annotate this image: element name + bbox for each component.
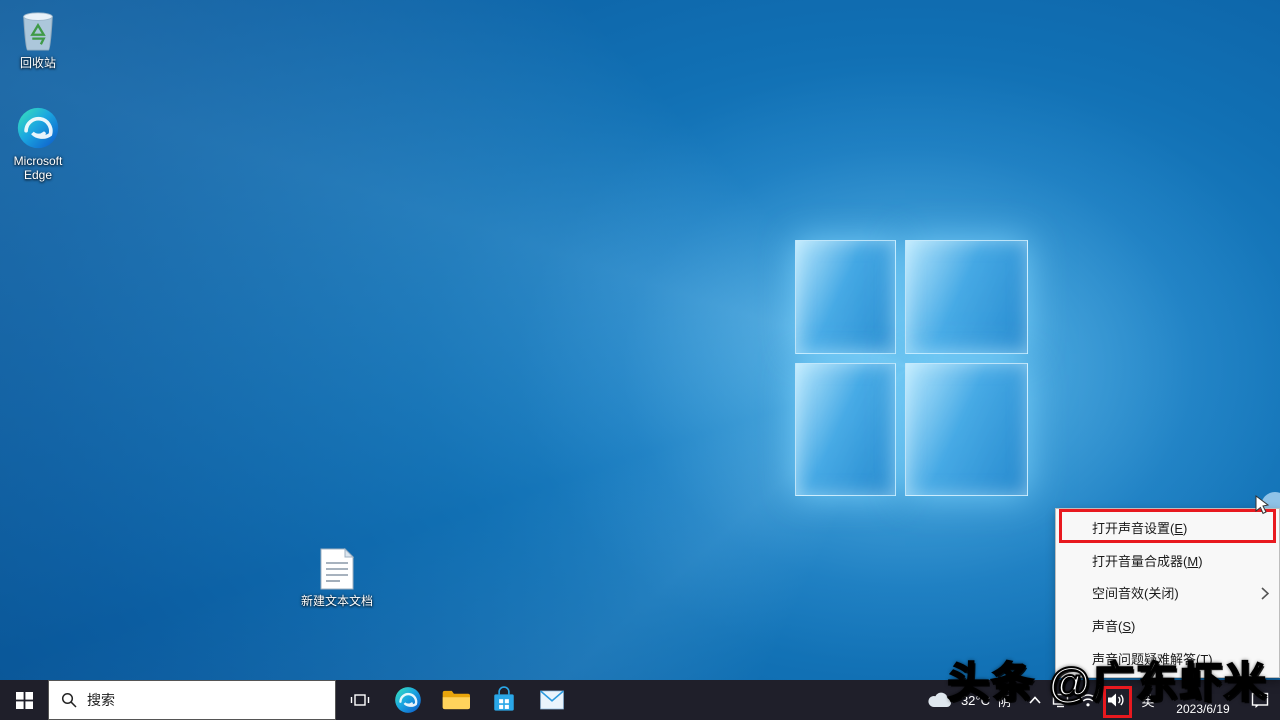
taskbar-search-input[interactable]: 搜索 xyxy=(48,680,336,720)
start-button[interactable] xyxy=(0,680,48,720)
task-view-button[interactable] xyxy=(336,680,384,720)
clock-date: 2023/6/19 xyxy=(1176,702,1229,716)
logo-pane-top-left xyxy=(795,240,896,354)
logo-pane-bottom-right xyxy=(905,363,1028,496)
text-document-icon xyxy=(320,548,354,590)
taskbar-edge-button[interactable] xyxy=(384,680,432,720)
label-pre: 空间音效(关闭) xyxy=(1092,586,1179,601)
system-tray: 32°C 阴 xyxy=(915,680,1280,720)
label-post: ) xyxy=(1198,554,1202,569)
wifi-icon xyxy=(1079,693,1097,707)
access-key: M xyxy=(1187,554,1198,569)
microsoft-store-icon xyxy=(491,686,517,714)
menu-item-label: 声音(S) xyxy=(1092,616,1135,635)
search-icon xyxy=(61,692,77,708)
sound-context-menu: 打开声音设置(E) 打开音量合成器(M) 空间音效(关闭) 声音(S) 声音问题… xyxy=(1055,508,1280,678)
label-post: ) xyxy=(1208,652,1212,667)
weather-temp: 32°C xyxy=(961,693,990,708)
search-placeholder: 搜索 xyxy=(87,690,115,710)
weather-widget[interactable]: 32°C 阴 xyxy=(915,680,1023,720)
volume-button[interactable] xyxy=(1102,680,1130,720)
menu-item-open-volume-mixer[interactable]: 打开音量合成器(M) xyxy=(1056,544,1279,577)
label-pre: 声音问题疑难解答( xyxy=(1092,652,1200,667)
submenu-chevron-icon xyxy=(1261,587,1269,600)
label-post: ) xyxy=(1131,619,1135,634)
mail-icon xyxy=(539,689,565,711)
label-pre: 声音( xyxy=(1092,619,1122,634)
taskbar-file-explorer-button[interactable] xyxy=(432,680,480,720)
logo-pane-top-right xyxy=(905,240,1028,354)
menu-item-open-sound-settings[interactable]: 打开声音设置(E) xyxy=(1056,511,1279,544)
ime-indicator[interactable]: 英 xyxy=(1130,680,1166,720)
desktop-icon-recycle-bin[interactable]: 回收站 xyxy=(0,8,76,70)
windows-start-icon xyxy=(16,692,33,709)
display-icon xyxy=(1052,693,1069,708)
recycle-bin-label: 回收站 xyxy=(20,56,56,70)
edge-icon xyxy=(16,106,60,150)
desktop-icon-edge[interactable]: Microsoft Edge xyxy=(0,106,76,183)
access-key: E xyxy=(1174,521,1183,536)
menu-item-label: 打开音量合成器(M) xyxy=(1092,551,1203,570)
edge-label: Microsoft Edge xyxy=(0,154,76,183)
file-explorer-icon xyxy=(442,688,470,712)
taskbar-mail-button[interactable] xyxy=(528,680,576,720)
taskbar-empty-area xyxy=(576,680,915,720)
tray-display-button[interactable] xyxy=(1047,680,1074,720)
taskbar-clock[interactable]: 2023/6/19 xyxy=(1166,680,1240,720)
action-center-button[interactable] xyxy=(1240,680,1280,720)
speaker-icon xyxy=(1107,692,1125,708)
label-post: ) xyxy=(1183,521,1187,536)
weather-condition: 阴 xyxy=(998,691,1011,710)
task-view-icon xyxy=(350,691,370,709)
network-button[interactable] xyxy=(1074,680,1102,720)
logo-pane-bottom-left xyxy=(795,363,896,496)
wallpaper-windows-logo xyxy=(795,240,1028,496)
chevron-up-icon xyxy=(1028,695,1042,705)
desktop[interactable]: 回收站 Microsoft Edge 新建文本文档 xyxy=(0,0,1280,720)
desktop-icon-new-text-document[interactable]: 新建文本文档 xyxy=(299,548,375,608)
recycle-bin-icon xyxy=(17,8,59,52)
menu-item-sounds[interactable]: 声音(S) xyxy=(1056,609,1279,642)
label-pre: 打开声音设置( xyxy=(1092,521,1174,536)
menu-item-label: 声音问题疑难解答(T) xyxy=(1092,649,1213,668)
menu-item-label: 空间音效(关闭) xyxy=(1092,583,1179,602)
edge-icon xyxy=(394,686,422,714)
action-center-icon xyxy=(1251,692,1269,709)
menu-item-troubleshoot-sound[interactable]: 声音问题疑难解答(T) xyxy=(1056,642,1279,675)
ime-label: 英 xyxy=(1135,691,1161,710)
weather-cloud-icon xyxy=(927,691,953,709)
access-key: S xyxy=(1122,619,1131,634)
label-pre: 打开音量合成器( xyxy=(1092,554,1187,569)
menu-item-spatial-sound[interactable]: 空间音效(关闭) xyxy=(1056,577,1279,610)
taskbar: 搜索 xyxy=(0,680,1280,720)
new-text-document-label: 新建文本文档 xyxy=(301,594,373,608)
menu-item-label: 打开声音设置(E) xyxy=(1092,518,1187,537)
hidden-icons-button[interactable] xyxy=(1023,680,1047,720)
taskbar-store-button[interactable] xyxy=(480,680,528,720)
